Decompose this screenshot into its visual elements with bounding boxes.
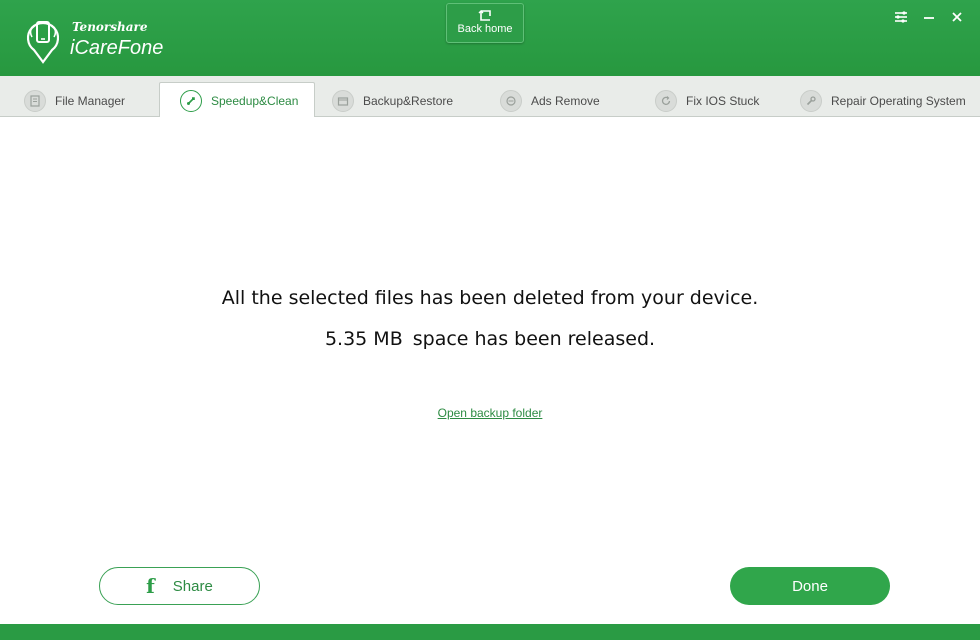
released-suffix: space has been released. <box>412 328 656 350</box>
facebook-icon: f <box>146 574 155 598</box>
ads-remove-icon <box>500 89 522 112</box>
tab-label: Speedup&Clean <box>211 93 299 108</box>
tab-label: Repair Operating System <box>831 93 966 108</box>
tab-file-manager[interactable]: File Manager <box>24 84 125 117</box>
tab-label: Backup&Restore <box>363 93 454 108</box>
minimize-button[interactable] <box>920 8 938 26</box>
close-icon <box>952 12 962 22</box>
back-home-icon <box>478 10 491 21</box>
tab-backup-restore[interactable]: Backup&Restore <box>332 84 453 117</box>
tab-label: Ads Remove <box>531 93 600 108</box>
back-home-label: Back home <box>457 23 513 35</box>
menu-icon <box>895 11 907 23</box>
brand-company: Tenorshare <box>72 20 148 34</box>
brand-product: iCareFone <box>70 37 164 59</box>
backup-icon <box>332 89 354 112</box>
share-label: Share <box>172 577 213 595</box>
deleted-message: All the selected files has been deleted … <box>221 287 759 309</box>
backup-link-row: Open backup folder <box>0 406 980 420</box>
app-header: Tenorshare iCareFone Back home <box>0 0 980 76</box>
tab-label: File Manager <box>55 93 126 108</box>
result-panel: All the selected files has been deleted … <box>0 117 980 624</box>
tab-speedup-clean[interactable]: Speedup&Clean <box>159 82 315 118</box>
tab-label: Fix IOS Stuck <box>686 93 760 108</box>
done-label: Done <box>792 577 828 595</box>
window-controls <box>892 8 966 28</box>
tab-ads-remove[interactable]: Ads Remove <box>500 84 600 117</box>
done-button[interactable]: Done <box>730 567 890 605</box>
open-backup-folder-link[interactable]: Open backup folder <box>438 406 543 420</box>
released-message: 5.35 MB space has been released. <box>0 328 980 350</box>
minimize-icon <box>924 17 934 19</box>
menu-button[interactable] <box>892 8 910 26</box>
close-button[interactable] <box>948 8 966 26</box>
back-home-button[interactable]: Back home <box>446 3 524 43</box>
tab-repair-operating-system[interactable]: Repair Operating System <box>800 84 966 117</box>
tab-fix-ios-stuck[interactable]: Fix IOS Stuck <box>655 84 759 117</box>
footer-bar <box>0 624 980 640</box>
wrench-icon <box>800 89 822 112</box>
share-button[interactable]: f Share <box>99 567 260 605</box>
phone-logo-icon <box>26 21 60 64</box>
main-tabs: File Manager Speedup&Clean Backup&Restor… <box>0 76 980 118</box>
released-size: 5.35 MB <box>324 328 403 350</box>
refresh-icon <box>655 89 677 112</box>
rocket-icon <box>180 89 202 112</box>
file-manager-icon <box>24 89 46 112</box>
